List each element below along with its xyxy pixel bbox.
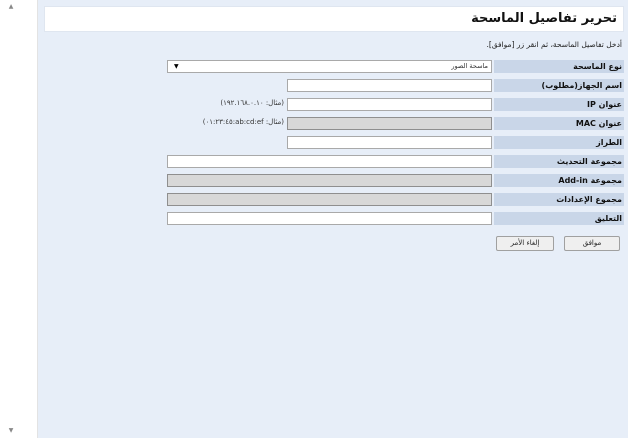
row-scanner-type: نوع الماسحة ماسحة الصور ▼ (130, 60, 624, 74)
scroll-down-arrow-icon[interactable]: ▼ (6, 426, 16, 436)
scanner-type-label: نوع الماسحة (494, 60, 624, 73)
update-group-label: مجموعة التحديث (494, 155, 624, 168)
ip-address-hint: (مثال: ١٩٢.١٦٨.٠.١٠) (220, 99, 284, 107)
device-name-label: اسم الجهاز(مطلوب) (494, 79, 624, 92)
row-settings-group: مجموع الإعدادات (130, 193, 624, 207)
row-mac-address: عنوان MAC (مثال: ab:cd:ef:٠١:٢٣:٤٥) (130, 117, 624, 131)
model-label: الطراز (494, 136, 624, 149)
mac-address-label: عنوان MAC (494, 117, 624, 130)
addin-group-label: مجموعة Add-in (494, 174, 624, 187)
cancel-button[interactable]: إلغاء الأمر (496, 236, 554, 251)
ip-address-input[interactable] (287, 98, 492, 111)
row-addin-group: مجموعة Add-in (130, 174, 624, 188)
update-group-input[interactable] (167, 155, 492, 168)
row-comment: التعليق (130, 212, 624, 226)
scanner-type-select[interactable]: ماسحة الصور ▼ (167, 60, 492, 73)
settings-group-input[interactable] (167, 193, 492, 206)
main-content: تحرير تفاصيل الماسحة أدخل تفاصيل الماسحة… (38, 0, 628, 438)
scanner-type-value: ماسحة الصور (451, 62, 488, 70)
scroll-up-arrow-icon[interactable]: ▲ (6, 2, 16, 12)
model-input[interactable] (287, 136, 492, 149)
mac-address-input[interactable] (287, 117, 492, 130)
comment-input[interactable] (167, 212, 492, 225)
row-update-group: مجموعة التحديث (130, 155, 624, 169)
vertical-scrollbar[interactable]: ▲ ▼ (0, 0, 38, 438)
comment-label: التعليق (494, 212, 624, 225)
title-bar: تحرير تفاصيل الماسحة (44, 6, 624, 32)
ip-address-label: عنوان IP (494, 98, 624, 111)
settings-group-label: مجموع الإعدادات (494, 193, 624, 206)
row-device-name: اسم الجهاز(مطلوب) (130, 79, 624, 93)
mac-address-hint: (مثال: ab:cd:ef:٠١:٢٣:٤٥) (202, 118, 284, 126)
addin-group-input[interactable] (167, 174, 492, 187)
ok-button[interactable]: موافق (564, 236, 620, 251)
page-title: تحرير تفاصيل الماسحة (471, 11, 617, 26)
row-ip-address: عنوان IP (مثال: ١٩٢.١٦٨.٠.١٠) (130, 98, 624, 112)
device-name-input[interactable] (287, 79, 492, 92)
instruction-text: أدخل تفاصيل الماسحة، ثم انقر زر [موافق]. (486, 40, 622, 49)
row-model: الطراز (130, 136, 624, 150)
chevron-down-icon[interactable]: ▼ (174, 61, 179, 72)
